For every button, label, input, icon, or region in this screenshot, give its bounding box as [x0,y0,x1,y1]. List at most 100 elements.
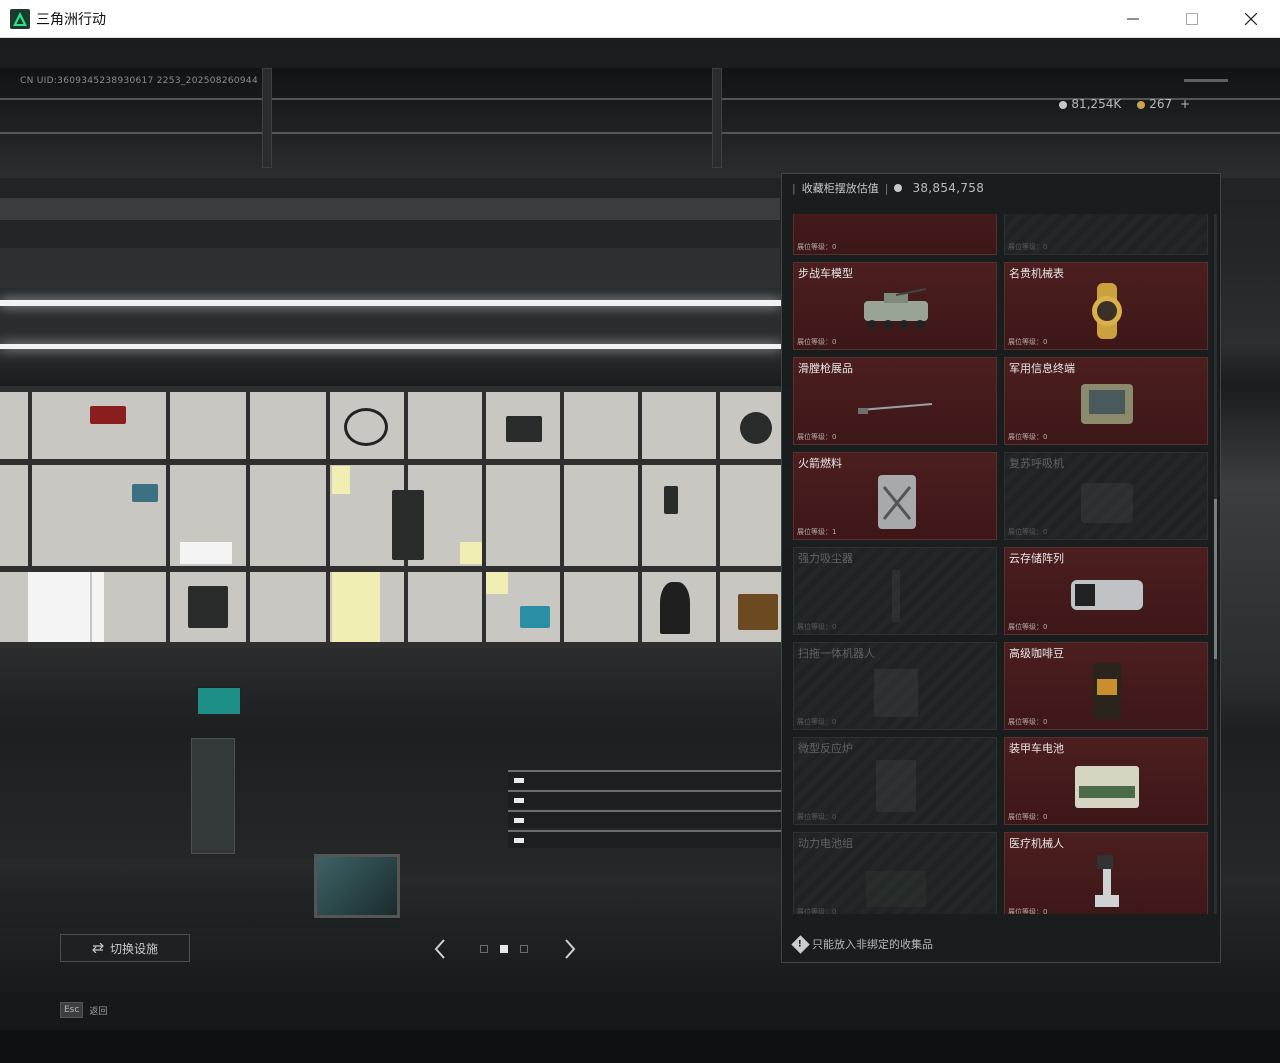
gold-currency: 267 + [1137,97,1190,111]
tablet-exhibit[interactable] [132,484,158,502]
none-image [1067,214,1147,246]
ceiling-light [0,344,781,349]
switch-facility-button[interactable]: 切换设施 [60,934,190,962]
scrollbar-thumb[interactable] [1214,499,1217,659]
card-level: 展位等级：0 [1008,623,1048,631]
highlight-slot[interactable] [332,466,350,494]
collection-card[interactable]: 滑膛枪展品 展位等级：0 [793,357,997,445]
facility-terminal[interactable] [191,738,235,854]
highlight-slot[interactable] [460,542,482,564]
card-level: 展位等级：0 [1008,528,1048,536]
shelf-divider [0,566,781,572]
collection-card-locked[interactable]: 展位等级：0 [1004,214,1208,255]
bust-exhibit[interactable] [664,486,678,514]
empty-slot[interactable] [28,572,90,642]
card-level: 展位等级：0 [797,718,837,726]
collection-card-locked[interactable]: 扫拖一体机器人 展位等级：0 [793,642,997,730]
battery-pack-image [866,871,926,907]
page-navigator [430,934,580,964]
card-level: 展位等级：0 [1008,243,1048,251]
prev-page-button[interactable] [430,934,450,964]
maximize-icon [1185,13,1198,25]
facility-terminal-screen[interactable] [196,686,242,716]
step-light [514,838,524,843]
medical-robot-exhibit[interactable] [392,490,424,560]
card-level: 展位等级：0 [1008,908,1048,914]
collection-card[interactable]: 展位等级：0 [793,214,997,255]
collection-card[interactable]: 医疗机械人 展位等级：0 [1004,832,1208,914]
panel-footer: ! 只能放入非绑定的收集品 [791,934,933,954]
terminal-image [1081,384,1133,424]
warning-icon: ! [791,934,810,954]
minimize-icon [1126,18,1139,20]
page-dot[interactable] [480,945,488,953]
card-level: 展位等级：0 [797,433,837,441]
esc-label: 返回 [89,1006,108,1017]
next-page-button[interactable] [560,934,580,964]
collection-grid: 展位等级：0 展位等级：0 步战车模型 展位等级：0 名贵机械表 展位等级：0 滑膛枪展品展… [793,214,1209,914]
panel-header: | 收藏柜摆放估值 | 38,854,758 [782,174,1220,202]
add-currency-button[interactable]: + [1180,97,1190,111]
drone-exhibit[interactable] [344,408,388,446]
painting-exhibit[interactable] [738,594,778,630]
close-icon [1244,13,1257,25]
card-name: 步战车模型 [798,267,853,280]
collection-card-locked[interactable]: 微型反应炉 展位等级：0 [793,737,997,825]
header-divider: | [792,181,796,195]
robot-vac-image [874,669,918,717]
gold-coin-icon [1137,100,1146,109]
page-dot-active[interactable] [500,945,508,953]
collection-card[interactable]: 高级咖啡豆 展位等级：0 [1004,642,1208,730]
collection-card-locked[interactable]: 强力吸尘器 展位等级：0 [793,547,997,635]
silver-coin-icon [1059,100,1068,109]
card-name: 高级咖啡豆 [1009,647,1064,660]
card-name: 复苏呼吸机 [1009,457,1064,470]
collection-card[interactable]: 军用信息终端 展位等级：0 [1004,357,1208,445]
empty-slot[interactable] [92,572,104,642]
chevron-right-icon [565,939,576,959]
bottom-bar [0,993,1280,1030]
collection-panel: | 收藏柜摆放估值 | 38,854,758 展位等级：0 展位等级：0 步战车模型… [781,173,1221,963]
panel-title: 收藏柜摆放估值 [801,182,879,195]
silver-coin-icon [894,184,903,192]
close-button[interactable] [1221,0,1280,38]
film-reel-exhibit[interactable] [740,412,772,444]
collection-shelf-wall [0,386,781,648]
card-name: 装甲车电池 [1009,742,1064,755]
highlight-slot[interactable] [332,572,380,642]
card-level: 展位等级：0 [797,813,837,821]
collection-card[interactable]: 火箭燃料 展位等级：1 [793,452,997,540]
card-level: 展位等级：0 [797,623,837,631]
collection-card-locked[interactable]: 动力电池组 展位等级：0 [793,832,997,914]
ifv-image [864,288,928,330]
case-exhibit[interactable] [188,586,228,628]
collection-card[interactable]: 云存储阵列展位等级：0 [1004,547,1208,635]
bonsai-exhibit[interactable] [660,582,690,634]
storage-image [1071,580,1143,610]
minimize-button[interactable] [1103,0,1162,38]
chest-exhibit[interactable] [506,416,542,442]
window-title: 三角洲行动 [36,11,106,28]
collection-card[interactable]: 装甲车电池 展位等级：0 [1004,737,1208,825]
card-name: 云存储阵列 [1009,552,1064,565]
collection-card[interactable]: 步战车模型展位等级：0 [793,262,997,350]
card-frame-image [856,214,936,246]
footer-note: 只能放入非绑定的收集品 [812,938,933,951]
red-device-exhibit[interactable] [90,406,126,424]
hud-indicator [1184,79,1228,82]
shelf-pillar [638,386,642,648]
card-level: 展位等级：0 [797,338,837,346]
chevron-left-icon [434,939,445,959]
window-controls [1103,0,1280,38]
card-level: 展位等级：1 [797,528,837,536]
empty-slot[interactable] [180,542,232,564]
highlight-slot[interactable] [486,572,508,594]
collection-card[interactable]: 名贵机械表 展位等级：0 [1004,262,1208,350]
silver-currency: 81,254K [1059,97,1121,111]
monitor-exhibit[interactable] [520,606,550,628]
collection-card-locked[interactable]: 复苏呼吸机展位等级：0 [1004,452,1208,540]
shelf-divider [0,459,781,465]
maximize-button[interactable] [1162,0,1221,38]
page-dot[interactable] [520,945,528,953]
esc-hint[interactable]: Esc 返回 [60,1002,107,1018]
